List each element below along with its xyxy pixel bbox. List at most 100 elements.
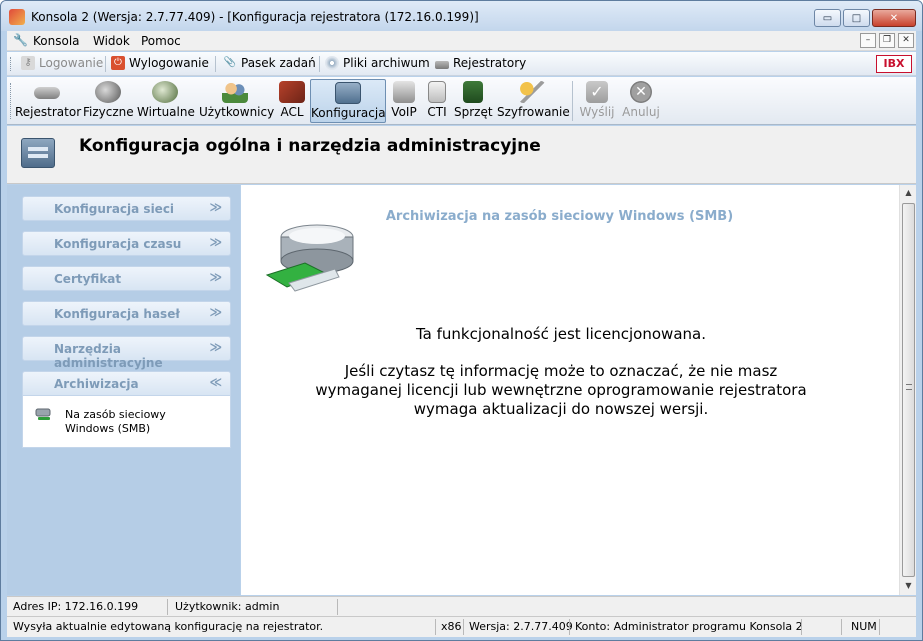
menu-bar: 🔧 Konsola Widok Pomoc – ❐ ✕	[7, 31, 916, 51]
acl-icon	[279, 81, 305, 103]
license-message: Ta funkcjonalność jest licencjonowana.	[416, 325, 706, 343]
main-toolbar: Rejestrator Fizyczne Wirtualne Użytkowni…	[7, 77, 916, 125]
scrollbar-thumb[interactable]	[902, 203, 915, 577]
vertical-scrollbar[interactable]: ▲ ▼	[899, 185, 916, 595]
checkmark-icon: ✓	[586, 81, 608, 103]
toolbar-grip[interactable]	[10, 83, 13, 119]
status-user: Użytkownik: admin	[175, 600, 280, 613]
toolbar-button-rejestrator[interactable]: Rejestrator	[15, 79, 82, 123]
toolbar-button-voip[interactable]: VoIP	[389, 79, 419, 123]
chevron-down-icon[interactable]: ≫	[209, 235, 222, 249]
status-ip: Adres IP: 172.16.0.199	[13, 600, 139, 613]
maximize-button[interactable]: □	[843, 9, 870, 27]
window-title: Konsola 2 (Wersja: 2.7.77.409) - [Konfig…	[31, 10, 479, 24]
sidebar-section-label: Certyfikat	[54, 272, 122, 286]
toolbar-grip[interactable]	[10, 57, 13, 71]
login-button[interactable]: ⚷ Logowanie	[21, 56, 103, 70]
page-title: Konfiguracja ogólna i narzędzia administ…	[79, 136, 541, 156]
logout-button[interactable]: ⏻ Wylogowanie	[111, 56, 209, 70]
menu-konsola[interactable]: Konsola	[33, 34, 80, 48]
license-detail-message: Jeśli czytasz tę informację może to ozna…	[315, 362, 807, 418]
taskbar-button[interactable]: 📎 Pasek zadań	[223, 56, 316, 70]
chevron-down-icon[interactable]: ≫	[209, 200, 222, 214]
status-bar: Wysyła aktualnie edytowaną konfigurację …	[7, 616, 916, 637]
status-num: NUM	[851, 620, 877, 633]
mdi-close-button[interactable]: ✕	[898, 33, 914, 48]
menu-widok[interactable]: Widok	[93, 34, 130, 48]
title-bar[interactable]: Konsola 2 (Wersja: 2.7.77.409) - [Konfig…	[1, 1, 922, 31]
scroll-down-icon[interactable]: ▼	[903, 581, 914, 592]
status-divider	[463, 619, 464, 635]
sidebar-section-label: Konfiguracja czasu	[54, 237, 182, 251]
sidebar-section-label: Konfiguracja haseł	[54, 307, 180, 321]
toolbar-button-fizyczne[interactable]: Fizyczne	[83, 79, 134, 123]
toolbar-separator	[215, 56, 216, 72]
sidebar-section-network[interactable]: Konfiguracja sieci ≫	[22, 196, 231, 221]
status-divider	[841, 619, 842, 635]
menu-pomoc[interactable]: Pomoc	[141, 34, 181, 48]
chevron-down-icon[interactable]: ≫	[209, 270, 222, 284]
archive-files-button[interactable]: Pliki archiwum	[325, 56, 430, 70]
toolbar-label: Sprzęt	[454, 105, 493, 119]
hardware-icon	[463, 81, 483, 103]
sidebar-section-time[interactable]: Konfiguracja czasu ≫	[22, 231, 231, 256]
cancel-icon: ✕	[630, 81, 652, 103]
toolbar-label: ACL	[280, 105, 304, 119]
archive-files-label: Pliki archiwum	[343, 56, 430, 70]
chevron-down-icon[interactable]: ≫	[209, 340, 222, 354]
status-divider	[569, 619, 570, 635]
sidebar-section-passwords[interactable]: Konfiguracja haseł ≫	[22, 301, 231, 326]
caption-buttons: ▭ □ ✕	[812, 9, 916, 27]
disc-icon	[325, 56, 339, 70]
chevron-up-icon[interactable]: ≪	[209, 375, 222, 389]
toolbar-label: VoIP	[391, 105, 417, 119]
toolbar-button-anuluj[interactable]: ✕ Anuluj	[621, 79, 661, 123]
toolbar-label: Wirtualne	[137, 105, 195, 119]
physical-channel-icon	[95, 81, 121, 103]
toolbar-label: Szyfrowanie	[497, 105, 570, 119]
connection-status-bar: Adres IP: 172.16.0.199 Użytkownik: admin	[7, 596, 916, 616]
toolbar-label: Fizyczne	[83, 105, 134, 119]
toolbar-button-acl[interactable]: ACL	[277, 79, 307, 123]
scroll-up-icon[interactable]: ▲	[903, 188, 914, 199]
toolbar-button-cti[interactable]: CTI	[425, 79, 449, 123]
toolbar-button-konfiguracja[interactable]: Konfiguracja	[310, 79, 386, 123]
toolbar-button-sprzet[interactable]: Sprzęt	[454, 79, 493, 123]
recorder-icon	[435, 60, 449, 69]
minimize-button[interactable]: ▭	[814, 9, 841, 27]
toolbar-separator	[105, 56, 106, 72]
toolbar-button-szyfrowanie[interactable]: Szyfrowanie	[497, 79, 570, 123]
page-header: Konfiguracja ogólna i narzędzia administ…	[7, 126, 916, 184]
chevron-down-icon[interactable]: ≫	[209, 305, 222, 319]
toolbar-button-wyslij[interactable]: ✓ Wyślij	[579, 79, 615, 123]
app-icon[interactable]	[9, 9, 25, 25]
configuration-icon	[335, 82, 361, 104]
taskbar-label: Pasek zadań	[241, 56, 316, 70]
sidebar-section-archiving[interactable]: Archiwizacja ≪	[22, 371, 231, 396]
sidebar-section-label: Konfiguracja sieci	[54, 202, 175, 216]
network-drive-icon	[35, 408, 51, 420]
encryption-icon	[519, 81, 545, 103]
toolbar-button-uzytkownicy[interactable]: Użytkownicy	[199, 79, 275, 123]
toolbar-separator	[319, 56, 320, 72]
toolbar-label: Użytkownicy	[199, 105, 275, 119]
toolbar-label: Konfiguracja	[311, 106, 386, 120]
status-arch: x86	[441, 620, 462, 633]
sidebar-item-smb-archive[interactable]: Na zasób sieciowy Windows (SMB)	[35, 408, 215, 436]
sidebar-section-label: Narzędzia administracyjne	[54, 342, 163, 370]
close-button[interactable]: ✕	[872, 9, 916, 27]
sidebar-section-certificate[interactable]: Certyfikat ≫	[22, 266, 231, 291]
toolbar-button-wirtualne[interactable]: Wirtualne	[137, 79, 195, 123]
mdi-minimize-button[interactable]: –	[860, 33, 876, 48]
recorders-label: Rejestratory	[453, 56, 527, 70]
toolbar-label: Rejestrator	[15, 105, 82, 119]
network-drive-icon	[265, 224, 354, 292]
mdi-restore-button[interactable]: ❐	[879, 33, 895, 48]
main-content: Archiwizacja na zasób sieciowy Windows (…	[241, 185, 899, 595]
recorders-button[interactable]: Rejestratory	[435, 56, 526, 70]
sidebar-section-admin-tools[interactable]: Narzędzia administracyjne ≫	[22, 336, 231, 370]
status-divider	[435, 619, 436, 635]
toolbar-separator	[572, 81, 573, 121]
sidebar-section-label: Archiwizacja	[54, 377, 139, 391]
sidebar: Konfiguracja sieci ≫ Konfiguracja czasu …	[7, 185, 240, 595]
